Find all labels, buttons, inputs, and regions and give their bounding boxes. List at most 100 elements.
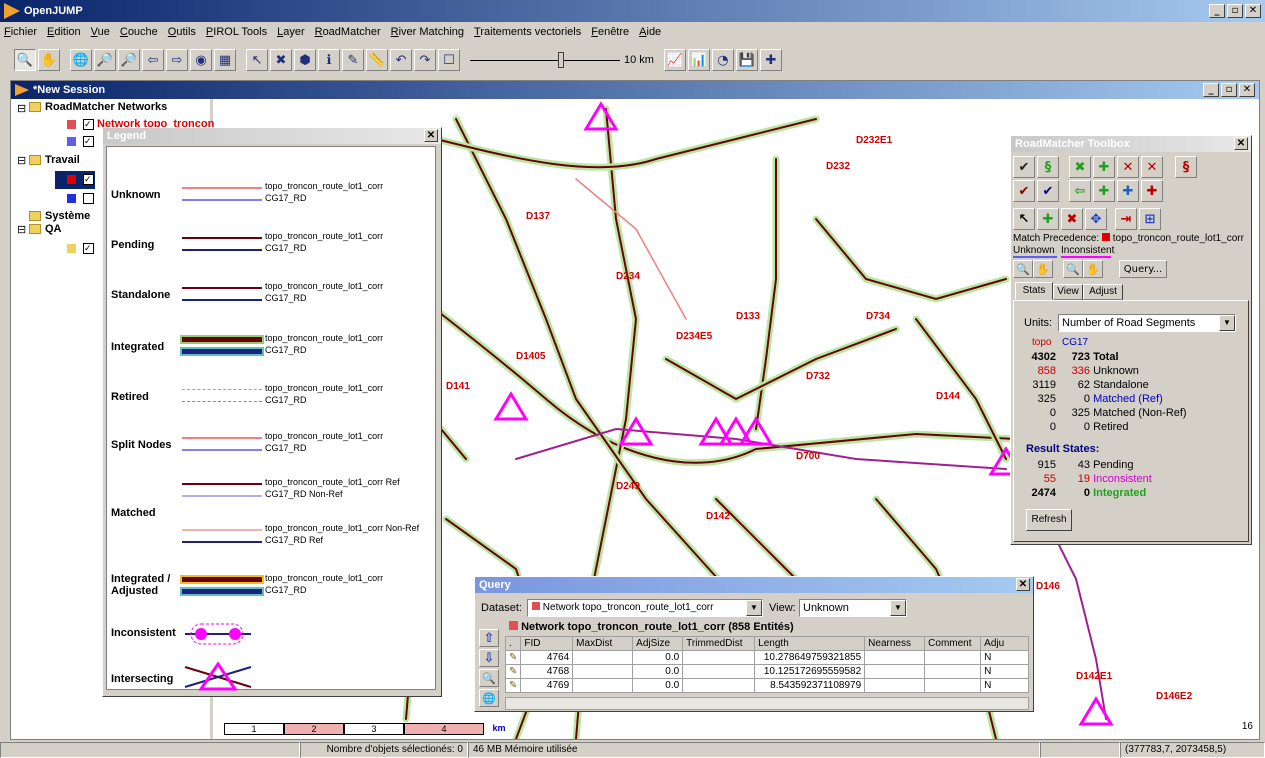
menu-traitements[interactable]: Traitements vectoriels [474, 26, 581, 38]
layer-visibility-checkbox[interactable] [83, 193, 94, 204]
add-match-icon[interactable]: ✚ [1093, 156, 1115, 178]
table-cell[interactable] [572, 678, 634, 693]
table-cell[interactable]: 10.278649759321855 [754, 650, 866, 665]
zoom-selected-icon[interactable]: 🔎 [94, 49, 116, 71]
check-red-icon[interactable]: ✔ [1013, 180, 1035, 202]
split-node-icon[interactable]: ⇥ [1115, 208, 1137, 230]
chevron-down-icon[interactable]: ▼ [890, 600, 906, 616]
table-cell[interactable]: 0.0 [632, 650, 684, 665]
dataset-select[interactable]: Network topo_troncon_route_lot1_corr ▼ [527, 599, 763, 617]
tab-view[interactable]: View [1053, 284, 1083, 300]
menu-vue[interactable]: Vue [91, 26, 110, 38]
category-roadmatcher-networks[interactable]: RoadMatcher Networks [45, 101, 167, 113]
table-row[interactable]: ✎ 4768 0.0 10.125172695559582 N [504, 664, 1029, 679]
menu-edition[interactable]: Edition [47, 26, 81, 38]
zoom-unknown-icon[interactable]: 🔍 [1013, 260, 1033, 278]
back-arrow-icon[interactable]: ⇦ [1069, 180, 1091, 202]
scroll-up-icon[interactable]: ⇧ [479, 629, 499, 647]
table-row[interactable]: ✎ 4769 0.0 8.543592371108979 N [504, 678, 1029, 693]
cross-icon[interactable]: ✚ [1141, 180, 1163, 202]
crosshair-icon[interactable]: ✚ [759, 49, 782, 71]
zoom-next-icon[interactable]: ⇨ [166, 49, 188, 71]
legend-close-button[interactable]: ✕ [424, 129, 438, 142]
table-cell[interactable]: 4764 [520, 650, 574, 665]
merge-node-icon[interactable]: ⊞ [1139, 208, 1161, 230]
units-select[interactable]: Number of Road Segments ▼ [1058, 314, 1236, 332]
chart-scatter-icon[interactable]: 📈 [663, 49, 686, 71]
scroll-down-icon[interactable]: ⇩ [479, 649, 499, 667]
query-button[interactable]: Query... [1119, 260, 1167, 278]
column-header[interactable]: AdjSize [632, 636, 684, 651]
zoom-tool-icon[interactable]: 🔍 [14, 49, 36, 71]
table-cell[interactable] [572, 650, 634, 665]
zoom-previous-icon[interactable]: ⇦ [142, 49, 164, 71]
row-edit-icon[interactable]: ✎ [504, 678, 522, 693]
save-icon[interactable]: 💾 [735, 49, 758, 71]
session-minimize-button[interactable]: _ [1203, 83, 1219, 97]
tree-expander-icon[interactable]: ⊟ [17, 154, 26, 167]
refresh-button[interactable]: Refresh [1026, 509, 1072, 531]
layer-visibility-checkbox[interactable]: ✓ [83, 243, 94, 254]
table-cell[interactable]: 4769 [520, 678, 574, 693]
select-arrow-icon[interactable]: ↖ [246, 49, 268, 71]
table-cell[interactable] [682, 650, 756, 665]
table-cell[interactable] [864, 664, 926, 679]
chevron-down-icon[interactable]: ▼ [1219, 315, 1235, 331]
check-blue-icon[interactable]: ✔ [1037, 180, 1059, 202]
layer-visibility-checkbox[interactable]: ✓ [83, 119, 94, 130]
table-row[interactable]: ✎ 4764 0.0 10.278649759321855 N [504, 650, 1029, 665]
menu-river-matching[interactable]: River Matching [391, 26, 464, 38]
move-vertex-icon[interactable]: ✥ [1085, 208, 1107, 230]
zoom-realtime-icon[interactable]: ◉ [190, 49, 212, 71]
add-node-blue-icon[interactable]: ✚ [1117, 180, 1139, 202]
menu-fichier[interactable]: Fichier [4, 26, 37, 38]
table-cell[interactable]: N [980, 664, 1029, 679]
delete-icon[interactable]: ✖ [270, 49, 292, 71]
horizontal-scrollbar[interactable] [505, 697, 1029, 710]
table-cell[interactable] [864, 650, 926, 665]
table-cell[interactable]: 0.0 [632, 664, 684, 679]
scale-slider-thumb[interactable] [558, 51, 564, 68]
table-cell[interactable] [682, 664, 756, 679]
globe-icon[interactable]: 🌐 [479, 689, 499, 707]
measure-ruler-icon[interactable]: 📏 [366, 49, 388, 71]
select-arrow-icon[interactable]: ↖ [1013, 208, 1035, 230]
chart-bar-icon[interactable]: 📊 [687, 49, 710, 71]
edit-icon[interactable]: ✎ [342, 49, 364, 71]
auto-match-icon[interactable]: § [1037, 156, 1059, 178]
layer-visibility-checkbox[interactable]: ✓ [83, 174, 94, 185]
column-header[interactable]: Length [754, 636, 866, 651]
layer-visibility-checkbox[interactable]: ✓ [83, 136, 94, 147]
table-cell[interactable]: N [980, 678, 1029, 693]
remove-match-icon[interactable]: ✕ [1117, 156, 1139, 178]
session-close-button[interactable]: ✕ [1239, 83, 1255, 97]
minimize-button[interactable]: _ [1209, 4, 1225, 18]
menu-aide[interactable]: Aide [639, 26, 661, 38]
fence-box-icon[interactable]: ☐ [438, 49, 460, 71]
table-cell[interactable] [864, 678, 926, 693]
table-cell[interactable] [924, 650, 982, 665]
chevron-down-icon[interactable]: ▼ [746, 600, 762, 616]
split-icon[interactable]: § [1175, 156, 1197, 178]
tab-stats[interactable]: Stats [1015, 282, 1053, 300]
menu-layer[interactable]: Layer [277, 26, 305, 38]
row-edit-icon[interactable]: ✎ [504, 650, 522, 665]
match-precedence-value[interactable]: topo_troncon_route_lot1_corr [1113, 233, 1244, 244]
table-cell[interactable]: 0.0 [632, 678, 684, 693]
table-cell[interactable]: 10.125172695559582 [754, 664, 866, 679]
scale-slider[interactable]: 10 km [470, 51, 654, 68]
chart-pie-icon[interactable]: ◔ [711, 49, 734, 71]
query-close-button[interactable]: ✕ [1016, 578, 1030, 591]
menu-outils[interactable]: Outils [168, 26, 196, 38]
feature-info-icon[interactable]: ⬢ [294, 49, 316, 71]
toolbox-close-button[interactable]: ✕ [1234, 137, 1248, 150]
globe-zoom-extent-icon[interactable]: 🌐 [70, 49, 92, 71]
table-cell[interactable]: N [980, 650, 1029, 665]
table-cell[interactable] [924, 664, 982, 679]
table-cell[interactable] [682, 678, 756, 693]
pan-hand-icon[interactable]: ✋ [38, 49, 60, 71]
info-icon[interactable]: ℹ [318, 49, 340, 71]
row-edit-icon[interactable]: ✎ [504, 664, 522, 679]
unmatch-icon[interactable]: ✕ [1141, 156, 1163, 178]
column-header[interactable]: MaxDist [572, 636, 634, 651]
